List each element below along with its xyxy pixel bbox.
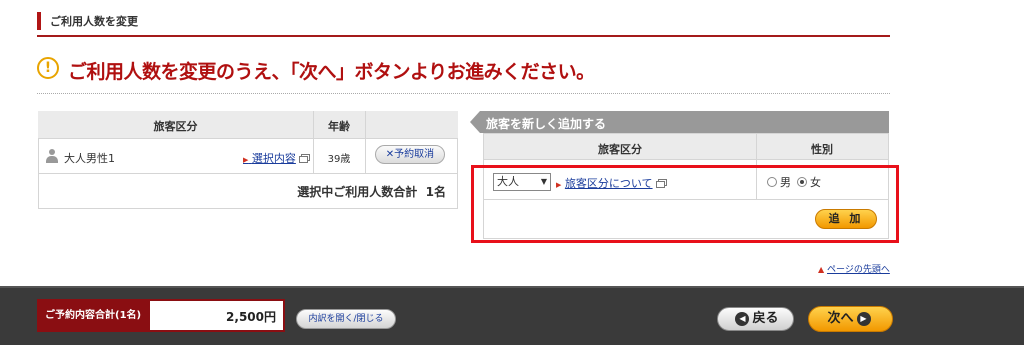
reservation-total-amount: 2,500円 — [226, 310, 276, 324]
selected-total-value: 1名 — [425, 185, 446, 199]
next-button[interactable]: 次へ ▶ — [808, 306, 893, 332]
page-top-link[interactable]: ▲ ページの先頭へ — [818, 262, 890, 275]
header-age: 年齢 — [328, 120, 350, 133]
section-divider — [37, 35, 890, 37]
back-button[interactable]: ◀ 戻る — [717, 307, 794, 331]
arrow-right-icon: ▶ — [856, 311, 871, 326]
selection-detail-label: 選択内容 — [251, 152, 296, 165]
selected-total-label: 選択中ご利用人数合計 — [297, 185, 418, 199]
header-category: 旅客区分 — [153, 120, 198, 133]
passenger-age: 39歳 — [327, 154, 351, 165]
reservation-total-label: ご予約内容合計(1名) — [39, 301, 150, 330]
page-top-label: ページの先頭へ — [827, 265, 890, 275]
cancel-reservation-button[interactable]: ✕予約取消 — [375, 145, 445, 164]
row-divider — [38, 173, 458, 174]
notice-text: ご利用人数を変更のうえ、「次へ」ボタンよりお進みください。 — [68, 61, 595, 83]
back-label: 戻る — [752, 311, 779, 326]
passenger-name: 大人男性1 — [64, 152, 115, 165]
exclamation-circle-icon: ! — [37, 57, 59, 79]
next-label: 次へ — [827, 311, 854, 326]
arrow-left-icon: ◀ — [735, 311, 750, 326]
arrow-right-icon: ▶ — [243, 156, 249, 164]
column-divider — [365, 111, 366, 173]
toggle-breakdown-button[interactable]: 内訳を開く/閉じる — [296, 309, 396, 329]
dotted-divider — [37, 93, 890, 94]
section-title-bar — [37, 12, 41, 30]
header-gender: 性別 — [811, 143, 833, 156]
selected-total: 選択中ご利用人数合計 1名 — [38, 183, 446, 200]
person-icon — [46, 149, 58, 163]
new-window-icon — [298, 155, 308, 163]
selection-detail-link[interactable]: ▶ 選択内容 — [243, 150, 308, 166]
arrow-up-icon: ▲ — [818, 265, 825, 274]
add-passenger-tab-label: 旅客を新しく追加する — [486, 117, 607, 131]
highlight-box — [471, 165, 899, 243]
header-category: 旅客区分 — [598, 143, 642, 156]
section-title: ご利用人数を変更 — [50, 15, 138, 28]
